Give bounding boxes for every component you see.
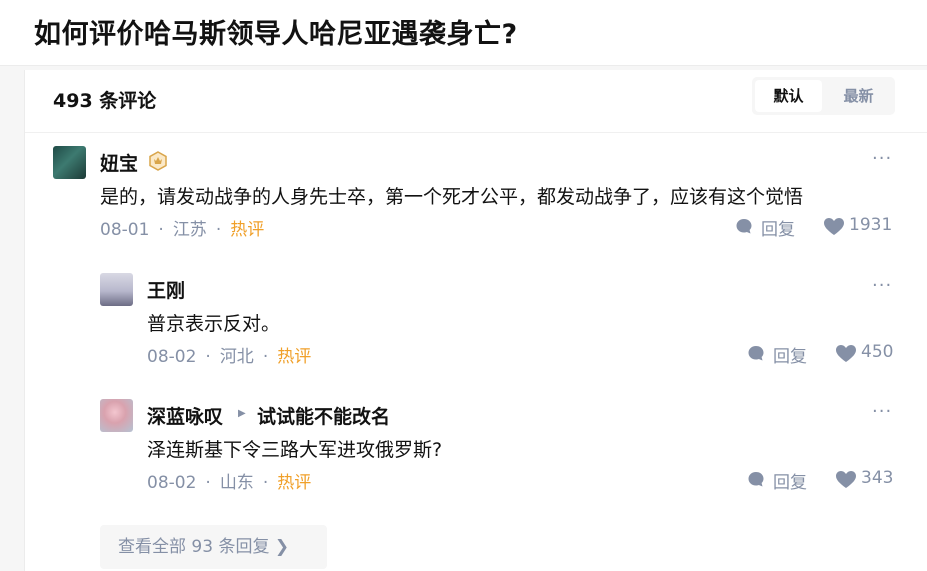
comment-item: 妞宝 是的，请发动战争的人身先士卒，第一个死才公平，都发动战争了，应该有这个觉悟…: [25, 146, 927, 246]
comment-meta: 08-02 · 山东 · 热评: [147, 473, 312, 493]
comment-location: 河北: [219, 347, 254, 367]
like-count: 450: [861, 342, 894, 362]
comment-author[interactable]: 妞宝: [100, 149, 138, 176]
comment-date: 08-02: [147, 473, 197, 493]
comment-location: 山东: [219, 473, 254, 493]
comment-text: 是的，请发动战争的人身先士卒，第一个死才公平，都发动战争了，应该有这个觉悟: [100, 186, 804, 208]
avatar[interactable]: [100, 399, 133, 432]
comment-meta: 08-01 · 江苏 · 热评: [100, 220, 265, 240]
view-all-replies-button[interactable]: 查看全部 93 条回复 ❯: [100, 525, 327, 569]
more-options-icon[interactable]: ···: [872, 401, 892, 422]
heart-icon: [836, 345, 856, 362]
sort-latest-button[interactable]: 最新: [825, 80, 892, 112]
like-button[interactable]: 450: [835, 342, 900, 364]
comment-bubble-icon: [748, 346, 764, 361]
comment-bubble-icon: [748, 472, 764, 487]
comment-author[interactable]: 王刚: [147, 276, 185, 303]
like-button[interactable]: 1931: [823, 215, 898, 237]
reply-item: 深蓝咏叹 ▶ 试试能不能改名 泽连斯基下令三路大军进攻俄罗斯? 08-02 · 山东…: [25, 399, 927, 499]
like-button[interactable]: 343: [835, 468, 900, 490]
comment-bubble-icon: [736, 219, 752, 234]
comment-count: 493 条评论: [53, 90, 157, 112]
hot-tag: 热评: [277, 473, 312, 493]
comment-date: 08-01: [100, 220, 150, 240]
level-badge-icon: [149, 151, 167, 171]
like-count: 1931: [849, 215, 893, 235]
heart-icon: [836, 471, 856, 488]
more-options-icon[interactable]: ···: [872, 148, 892, 169]
page-title: 如何评价哈马斯领导人哈尼亚遇袭身亡?: [34, 19, 518, 50]
reply-to-user[interactable]: 试试能不能改名: [257, 402, 390, 429]
more-options-icon[interactable]: ···: [872, 275, 892, 296]
reply-button[interactable]: 回复: [735, 215, 805, 240]
hot-tag: 热评: [277, 347, 312, 367]
like-count: 343: [861, 468, 894, 488]
reply-item: 王刚 普京表示反对。 08-02 · 河北 · 热评 ··· 回复 450: [25, 273, 927, 373]
comment-text: 普京表示反对。: [147, 313, 281, 335]
comment-author[interactable]: 深蓝咏叹: [147, 402, 223, 429]
hot-tag: 热评: [230, 220, 265, 240]
comment-location: 江苏: [172, 220, 207, 240]
avatar[interactable]: [53, 146, 86, 179]
question-header: 如何评价哈马斯领导人哈尼亚遇袭身亡?: [0, 0, 927, 66]
comment-text: 泽连斯基下令三路大军进攻俄罗斯?: [147, 439, 443, 461]
comment-date: 08-02: [147, 347, 197, 367]
heart-icon: [824, 218, 844, 235]
comment-meta: 08-02 · 河北 · 热评: [147, 347, 312, 367]
comments-panel: 493 条评论 默认 最新 妞宝 是的，请发动战争的人身先士卒，第一个死才公平，…: [24, 70, 927, 571]
avatar[interactable]: [100, 273, 133, 306]
sort-toggle: 默认 最新: [752, 77, 895, 115]
comments-header: 493 条评论 默认 最新: [25, 70, 927, 133]
sort-default-button[interactable]: 默认: [755, 80, 822, 112]
reply-arrow-icon: ▶: [238, 408, 246, 419]
reply-button[interactable]: 回复: [747, 468, 817, 493]
reply-button[interactable]: 回复: [747, 342, 817, 367]
